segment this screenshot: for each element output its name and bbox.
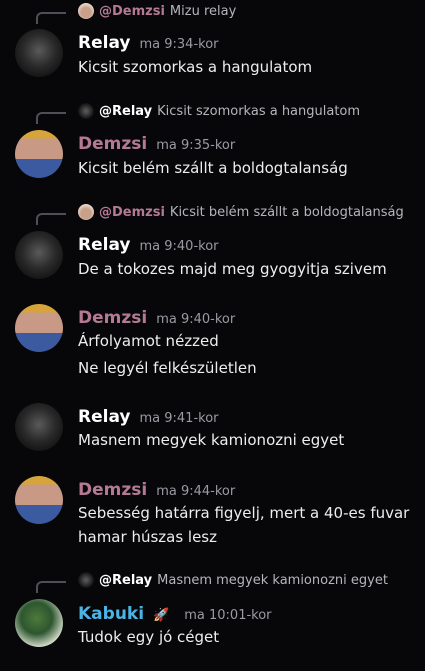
- author-name[interactable]: Relay: [78, 33, 130, 53]
- message-text: De a tokozes majd meg gyogyitja szivem: [78, 260, 387, 278]
- reply-connector: [36, 581, 66, 593]
- timestamp: ma 9:41-kor: [139, 411, 219, 426]
- timestamp: ma 9:34-kor: [139, 37, 219, 52]
- avatar-demzsi-mini: [78, 204, 94, 220]
- timestamp: ma 9:35-kor: [156, 138, 236, 153]
- message-text: Árfolyamot nézzed: [78, 332, 219, 350]
- avatar-demzsi[interactable]: [15, 476, 63, 524]
- author-name[interactable]: Relay: [78, 235, 130, 255]
- reply-author[interactable]: @Demzsi: [99, 4, 165, 19]
- reply-author[interactable]: @Demzsi: [99, 205, 165, 220]
- reply-text: Kicsit belém szállt a boldogtalanság: [169, 204, 404, 220]
- message-text: Ne legyél felkészületlen: [78, 359, 257, 377]
- timestamp: ma 9:40-kor: [139, 239, 219, 254]
- reply-reference[interactable]: @Demzsi Kicsit belém szállt a boldogtala…: [78, 203, 404, 221]
- message-text: Tudok egy jó céget: [78, 628, 220, 646]
- message-header: Relay ma 9:34-kor: [78, 33, 219, 53]
- rocket-icon: 🚀: [153, 608, 170, 623]
- avatar-relay[interactable]: [15, 231, 63, 279]
- reply-reference[interactable]: @Relay Masnem megyek kamionozni egyet: [78, 571, 388, 589]
- avatar-demzsi-mini: [78, 3, 94, 19]
- avatar-demzsi[interactable]: [15, 304, 63, 352]
- reply-text: Kicsit szomorkas a hangulatom: [157, 103, 361, 119]
- message-header: Demzsi ma 9:40-kor: [78, 308, 235, 328]
- reply-reference[interactable]: @Relay Kicsit szomorkas a hangulatom: [78, 102, 360, 120]
- message-text: Kicsit belém szállt a boldogtalanság: [78, 159, 348, 177]
- author-name[interactable]: Relay: [78, 407, 130, 427]
- avatar-relay[interactable]: [15, 29, 63, 77]
- timestamp: ma 10:01-kor: [184, 608, 272, 623]
- message-text: Kicsit szomorkas a hangulatom: [78, 58, 313, 76]
- reply-author[interactable]: @Relay: [99, 573, 152, 588]
- message-text: Sebesség határra figyelj, mert a 40-es f…: [78, 504, 410, 522]
- avatar-relay-mini: [78, 103, 94, 119]
- avatar-demzsi[interactable]: [15, 130, 63, 178]
- reply-text: Mizu relay: [169, 3, 237, 19]
- timestamp: ma 9:40-kor: [156, 312, 236, 327]
- message-header: Demzsi ma 9:35-kor: [78, 134, 235, 154]
- message-header: Demzsi ma 9:44-kor: [78, 480, 235, 500]
- author-name[interactable]: Demzsi: [78, 134, 147, 154]
- author-name[interactable]: Kabuki: [78, 604, 144, 624]
- reply-connector: [36, 112, 66, 124]
- avatar-relay[interactable]: [15, 403, 63, 451]
- reply-author[interactable]: @Relay: [99, 104, 152, 119]
- message-header: Kabuki 🚀 ma 10:01-kor: [78, 604, 272, 624]
- reply-text: Masnem megyek kamionozni egyet: [157, 572, 388, 588]
- message-header: Relay ma 9:40-kor: [78, 235, 219, 255]
- author-name[interactable]: Demzsi: [78, 480, 147, 500]
- message-text: Masnem megyek kamionozni egyet: [78, 431, 345, 449]
- avatar-kabuki[interactable]: [15, 599, 63, 647]
- reply-connector: [36, 12, 66, 24]
- reply-connector: [36, 213, 66, 225]
- author-name[interactable]: Demzsi: [78, 308, 147, 328]
- message-header: Relay ma 9:41-kor: [78, 407, 219, 427]
- reply-reference[interactable]: @Demzsi Mizu relay: [78, 2, 236, 20]
- avatar-relay-mini: [78, 572, 94, 588]
- timestamp: ma 9:44-kor: [156, 484, 236, 499]
- message-text: hamar húszas lesz: [78, 528, 217, 546]
